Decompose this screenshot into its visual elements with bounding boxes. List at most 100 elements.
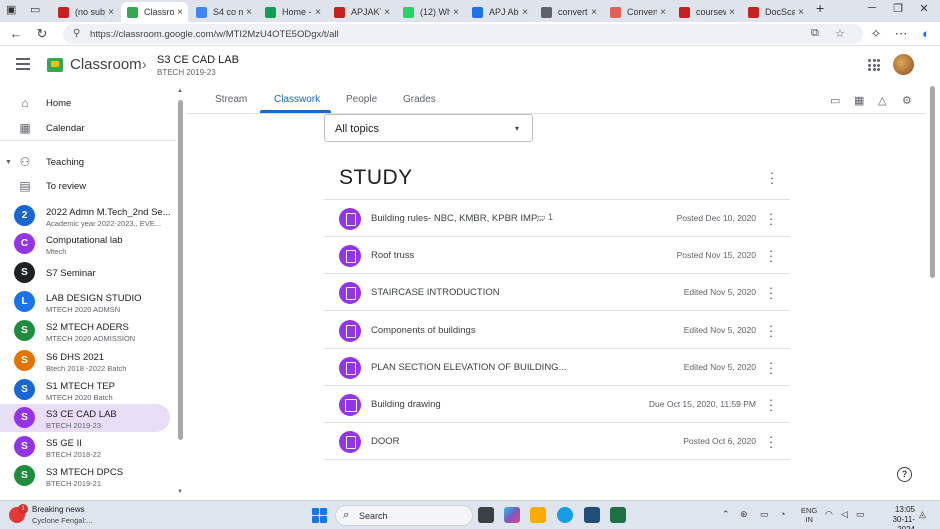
address-bar[interactable]: ⚲ https://classroom.google.com/w/MTI2MzU…	[63, 24, 863, 44]
sidebar-class-item[interactable]: S S3 MTECH DPCS BTECH 2019-21	[0, 462, 170, 490]
sidebar-item-to-review[interactable]: ▤ To review	[0, 173, 170, 199]
topic-filter-select[interactable]: All topics ▾	[324, 114, 533, 142]
excel-app-icon[interactable]	[610, 507, 626, 523]
sidebar-class-item[interactable]: S S5 GE II BTECH 2018-22	[0, 433, 170, 461]
app-title[interactable]: Classroom	[70, 56, 142, 73]
item-more-icon[interactable]: · · ·	[765, 430, 777, 453]
sidebar-item-calendar[interactable]: ▦ Calendar	[0, 115, 170, 141]
tab-stream[interactable]: Stream	[215, 94, 247, 105]
tab-close-icon[interactable]: ×	[450, 7, 462, 18]
material-row[interactable]: Components of buildings Edited Nov 5, 202…	[324, 312, 790, 349]
notification-bell-icon[interactable]: ◬	[919, 509, 926, 520]
tab-people[interactable]: People	[346, 94, 377, 105]
meet-video-icon[interactable]: ▭	[830, 94, 840, 107]
tray-app-icon-3[interactable]: ◔	[780, 509, 785, 519]
browser-tab[interactable]: Home - G×	[259, 2, 326, 22]
minimize-icon[interactable]: ─	[862, 2, 882, 14]
edge-browser-icon[interactable]	[557, 507, 573, 523]
collapse-caret-icon[interactable]: ▼	[5, 159, 12, 166]
file-explorer-icon[interactable]	[530, 507, 546, 523]
browser-tab[interactable]: coursewis×	[673, 2, 740, 22]
sidebar-class-item[interactable]: S S3 CE CAD LAB BTECH 2019-23	[0, 404, 170, 432]
scroll-down-arrow-icon[interactable]: ▼	[177, 489, 183, 495]
sidebar-class-item[interactable]: 2 2022 Admn M.Tech_2nd Se... Academic year…	[0, 202, 171, 230]
google-apps-icon[interactable]	[868, 59, 880, 71]
item-more-icon[interactable]: · · ·	[765, 244, 777, 267]
material-row[interactable]: Building rules- NBC, KMBR, KPBR IMP... ▭ …	[324, 200, 790, 237]
material-row[interactable]: PLAN SECTION ELEVATION OF BUILDING... Edi…	[324, 349, 790, 386]
maximize-icon[interactable]: ❐	[888, 2, 908, 15]
scroll-up-arrow-icon[interactable]: ▲	[177, 88, 183, 94]
sidebar-scroll-thumb[interactable]	[178, 100, 183, 440]
taskbar-search[interactable]: ⌕ Search	[335, 505, 473, 526]
sidebar-class-item[interactable]: C Computational lab Mtech	[0, 230, 170, 258]
language-indicator[interactable]: ENG IN	[801, 506, 817, 524]
item-more-icon[interactable]: · · ·	[765, 281, 777, 304]
back-icon[interactable]: ←	[8, 26, 24, 42]
help-icon[interactable]: ?	[897, 467, 912, 482]
tray-app-icon-2[interactable]: ▭	[760, 509, 769, 520]
extensions-icon[interactable]: ✧	[868, 26, 884, 42]
system-clock[interactable]: 13:05 30-11-2024	[875, 505, 915, 529]
sidebar-class-item[interactable]: S S1 MTECH TEP MTECH 2020 Batch	[0, 376, 170, 404]
sidebar-class-item[interactable]: L LAB DESIGN STUDIO MTECH 2020 ADMSN	[0, 288, 170, 316]
browser-tab[interactable]: Convert F×	[604, 2, 671, 22]
volume-icon[interactable]: ◁	[841, 509, 848, 520]
material-row[interactable]: Roof truss Posted Nov 15, 2020 · · ·	[324, 237, 790, 275]
tab-close-icon[interactable]: ×	[795, 7, 807, 18]
tab-close-icon[interactable]: ×	[174, 7, 186, 18]
main-menu-icon[interactable]	[16, 58, 30, 70]
browser-tab[interactable]: (no subje×	[52, 2, 119, 22]
install-app-icon[interactable]: ⧉	[811, 27, 819, 40]
assignment-row[interactable]: Building drawing Due Oct 15, 2020, 11:59 …	[324, 386, 790, 423]
material-row[interactable]: DOOR Posted Oct 6, 2020 · · ·	[324, 423, 790, 461]
site-info-icon[interactable]: ⚲	[73, 28, 80, 39]
store-app-icon[interactable]	[584, 507, 600, 523]
tab-close-icon[interactable]: ×	[519, 7, 531, 18]
news-title[interactable]: Breaking news	[32, 505, 84, 514]
copilot-app-icon[interactable]	[504, 507, 520, 523]
browser-tab[interactable]: DocScan×	[742, 2, 809, 22]
tab-close-icon[interactable]: ×	[381, 7, 393, 18]
tab-close-icon[interactable]: ×	[588, 7, 600, 18]
sidebar-scrollbar[interactable]: ▲ ▼	[177, 88, 183, 495]
new-tab-button[interactable]: +	[816, 0, 824, 16]
tab-close-icon[interactable]: ×	[726, 7, 738, 18]
tray-app-icon[interactable]: ⊛	[740, 509, 748, 520]
copilot-icon[interactable]: ◐	[918, 26, 934, 42]
page-scroll-thumb[interactable]	[930, 86, 935, 278]
settings-gear-icon[interactable]: ⚙	[902, 94, 912, 107]
browser-tab[interactable]: Classroom×	[121, 2, 188, 22]
sidebar-class-item[interactable]: S S6 DHS 2021 Btech 2018 -2022 Batch	[0, 347, 170, 375]
news-subtitle[interactable]: Cyclone Fengal:...	[32, 516, 92, 525]
tab-close-icon[interactable]: ×	[105, 7, 117, 18]
sidebar-class-item[interactable]: S S2 MTECH ADERS MTECH 2020 ADMISSION	[0, 317, 170, 345]
tab-classwork[interactable]: Classwork	[274, 94, 320, 105]
wifi-icon[interactable]: ◠	[825, 509, 833, 520]
sidebar-item-home[interactable]: ⌂ Home	[0, 90, 170, 116]
task-view-icon[interactable]	[478, 507, 494, 523]
browser-menu-icon[interactable]: ⋯	[893, 26, 909, 42]
classroom-logo[interactable]	[47, 58, 63, 72]
item-more-icon[interactable]: · · ·	[765, 319, 777, 342]
page-scrollbar[interactable]	[929, 86, 936, 497]
item-more-icon[interactable]: · · ·	[765, 356, 777, 379]
drive-folder-icon[interactable]: △	[878, 94, 886, 107]
battery-icon[interactable]: ▭	[856, 509, 865, 520]
tab-close-icon[interactable]: ×	[243, 7, 255, 18]
bookmark-star-icon[interactable]: ☆	[835, 27, 845, 40]
tray-overflow-icon[interactable]: ⌃	[722, 509, 730, 520]
sidebar-item-teaching[interactable]: ▼ ⚇ Teaching	[0, 149, 170, 175]
material-row[interactable]: STAIRCASE INTRODUCTION Edited Nov 5, 2020…	[324, 274, 790, 312]
tab-actions-icon[interactable]: ▭	[30, 3, 40, 16]
browser-tab[interactable]: convert p×	[535, 2, 602, 22]
tab-close-icon[interactable]: ×	[312, 7, 324, 18]
item-more-icon[interactable]: · · ·	[765, 393, 777, 416]
browser-tab[interactable]: APJAKTU×	[328, 2, 395, 22]
browser-tab[interactable]: (12) What×	[397, 2, 464, 22]
calendar-icon[interactable]: ▦	[854, 94, 864, 107]
class-name[interactable]: S3 CE CAD LAB	[157, 54, 239, 66]
reload-icon[interactable]: ↻	[34, 26, 50, 42]
close-window-icon[interactable]: ✕	[914, 2, 934, 15]
topic-more-icon[interactable]: · · ·	[766, 166, 778, 189]
